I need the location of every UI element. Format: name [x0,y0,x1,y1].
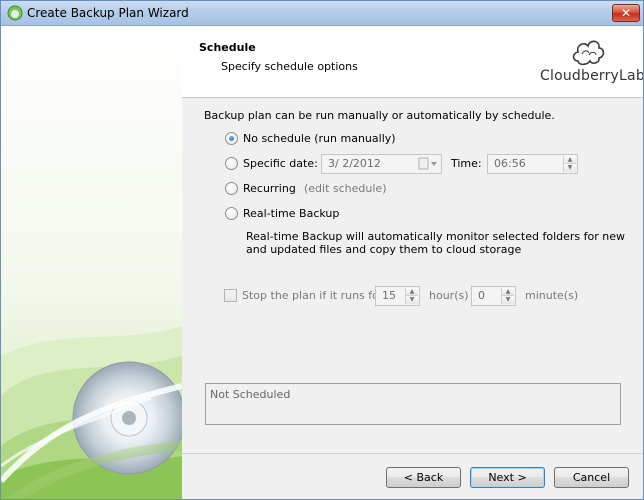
brand-name: CloudberryLab [540,68,644,84]
spin-up-icon[interactable]: ▲ [406,288,418,296]
specific-date-radio[interactable] [225,157,238,170]
realtime-description-line2: and updated files and copy them to cloud… [246,243,522,256]
back-button[interactable]: < Back [386,467,461,488]
realtime-backup-label[interactable]: Real-time Backup [243,207,339,220]
date-value: 3/ 2/2012 [328,157,381,170]
page-subtitle: Specify schedule options [221,60,358,73]
cloudberry-app-icon [7,5,23,21]
minutes-spinner[interactable]: ▲ ▼ [501,288,514,304]
close-button[interactable]: ✕ [612,4,640,22]
schedule-summary-text: Not Scheduled [210,388,291,401]
recurring-radio[interactable] [225,182,238,195]
specific-date-label[interactable]: Specific date: [243,157,318,170]
time-value: 06:56 [494,157,526,170]
spin-up-icon[interactable]: ▲ [564,156,576,164]
realtime-description-line1: Real-time Backup will automatically moni… [246,230,625,243]
footer-divider [182,453,643,454]
schedule-summary-box: Not Scheduled [205,383,621,425]
hours-spinner[interactable]: ▲ ▼ [405,288,418,304]
time-input[interactable]: 06:56 ▲ ▼ [487,154,578,174]
time-spinner[interactable]: ▲ ▼ [563,156,576,172]
cancel-button[interactable]: Cancel [554,467,629,488]
date-picker[interactable]: 3/ 2/2012 [321,154,442,174]
next-button[interactable]: Next > [470,467,545,488]
minutes-value: 0 [478,289,485,302]
spin-down-icon[interactable]: ▼ [502,296,514,304]
realtime-backup-radio[interactable] [225,207,238,220]
time-label: Time: [451,157,482,170]
schedule-options-panel: Backup plan can be run manually or autom… [182,99,643,451]
edit-schedule-link[interactable]: (edit schedule) [304,182,387,195]
hours-value: 15 [382,289,396,302]
no-schedule-label[interactable]: No schedule (run manually) [243,132,396,145]
recurring-label[interactable]: Recurring [243,182,296,195]
hours-label: hour(s) [429,289,469,302]
hours-input[interactable]: 15 ▲ ▼ [375,286,420,306]
wizard-header: Schedule Specify schedule options Cloudb… [182,26,644,98]
title-bar[interactable]: Create Backup Plan Wizard ✕ [1,1,643,26]
window-title: Create Backup Plan Wizard [27,6,189,20]
date-dropdown-icon[interactable] [418,156,440,172]
no-schedule-radio[interactable] [225,132,238,145]
stop-plan-label: Stop the plan if it runs for: [242,289,387,302]
stop-plan-checkbox[interactable] [224,289,237,302]
spin-down-icon[interactable]: ▼ [406,296,418,304]
spin-down-icon[interactable]: ▼ [564,164,576,172]
spin-up-icon[interactable]: ▲ [502,288,514,296]
schedule-intro-text: Backup plan can be run manually or autom… [204,109,555,122]
cloudberry-logo-icon [572,40,605,66]
minutes-label: minute(s) [525,289,579,302]
page-title: Schedule [199,41,256,54]
wizard-window: Create Backup Plan Wizard ✕ Schedule Spe… [0,0,644,500]
wizard-banner-image [1,26,182,499]
minutes-input[interactable]: 0 ▲ ▼ [471,286,516,306]
